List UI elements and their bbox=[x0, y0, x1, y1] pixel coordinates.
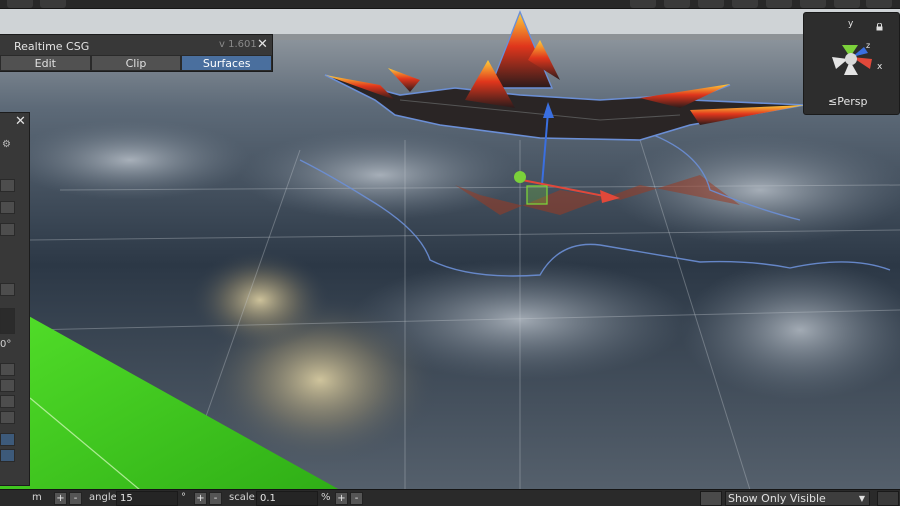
option-field[interactable] bbox=[0, 223, 15, 236]
axis-gizmo-icon[interactable]: y z x bbox=[804, 13, 900, 93]
decrease-angle-button[interactable]: - bbox=[209, 492, 222, 505]
toolbar-button[interactable] bbox=[664, 0, 690, 8]
panel-title: Realtime CSG bbox=[14, 40, 90, 53]
axis-y-label: y bbox=[848, 19, 854, 29]
unit-label: m bbox=[32, 492, 42, 503]
toolbar-button[interactable] bbox=[630, 0, 656, 8]
top-toolbar bbox=[0, 0, 900, 9]
mode-tabs: Edit Clip Surfaces bbox=[0, 55, 273, 71]
degree-label: 0° bbox=[0, 339, 12, 350]
close-icon[interactable]: ✕ bbox=[15, 114, 26, 129]
increase-angle-button[interactable]: + bbox=[194, 492, 207, 505]
visibility-value: Show Only Visible bbox=[728, 492, 826, 505]
option-button[interactable] bbox=[0, 395, 15, 408]
angle-input[interactable]: 15 bbox=[116, 491, 178, 506]
axis-x-label: x bbox=[877, 62, 883, 72]
gear-icon[interactable]: ⚙ bbox=[2, 139, 11, 150]
option-button[interactable] bbox=[0, 363, 15, 376]
percent-symbol: % bbox=[321, 492, 331, 503]
toolbar-button[interactable] bbox=[800, 0, 826, 8]
tab-clip[interactable]: Clip bbox=[90, 55, 182, 71]
projection-label[interactable]: ≤Persp bbox=[828, 95, 867, 108]
increase-snap-button[interactable]: + bbox=[54, 492, 67, 505]
status-swatch[interactable] bbox=[700, 491, 722, 506]
decrease-snap-button[interactable]: - bbox=[69, 492, 82, 505]
tab-edit[interactable]: Edit bbox=[0, 55, 91, 71]
option-field[interactable] bbox=[0, 179, 15, 192]
degree-symbol: ° bbox=[181, 492, 186, 503]
option-button[interactable] bbox=[0, 433, 15, 446]
version-label: v 1.601 bbox=[219, 39, 257, 50]
option-button[interactable] bbox=[0, 379, 15, 392]
toolbar-button[interactable] bbox=[40, 0, 66, 8]
scene-viewport[interactable]: Realtime CSG v 1.601 ✕ Edit Clip Surface… bbox=[0, 0, 900, 506]
toolbar-button[interactable] bbox=[732, 0, 758, 8]
close-icon[interactable]: ✕ bbox=[257, 37, 268, 52]
visibility-dropdown[interactable]: Show Only Visible ▼ bbox=[725, 491, 870, 506]
scale-input[interactable]: 0.1 bbox=[256, 491, 318, 506]
axis-z-label: z bbox=[866, 41, 870, 50]
option-field[interactable] bbox=[0, 283, 15, 296]
tab-surfaces[interactable]: Surfaces bbox=[181, 55, 273, 71]
option-field[interactable] bbox=[0, 308, 15, 334]
option-button[interactable] bbox=[0, 449, 15, 462]
toolbar-button[interactable] bbox=[866, 0, 892, 8]
chevron-down-icon: ▼ bbox=[858, 494, 865, 503]
toolbar-button[interactable] bbox=[834, 0, 860, 8]
decrease-scale-button[interactable]: - bbox=[350, 492, 363, 505]
orientation-gizmo[interactable]: y z x ≤Persp bbox=[803, 12, 900, 115]
status-end-button[interactable] bbox=[877, 491, 899, 506]
angle-label: angle bbox=[89, 492, 117, 503]
toolbar-button[interactable] bbox=[698, 0, 724, 8]
option-field[interactable] bbox=[0, 201, 15, 214]
scale-label: scale bbox=[229, 492, 255, 503]
status-bar: m + - angle 15 ° + - scale 0.1 % + - Sho… bbox=[0, 489, 900, 506]
option-button[interactable] bbox=[0, 411, 15, 424]
toolbar-button[interactable] bbox=[7, 0, 33, 8]
surface-options-panel: ✕ ⚙ 0° bbox=[0, 112, 30, 486]
scene-render bbox=[0, 9, 900, 491]
toolbar-button[interactable] bbox=[766, 0, 792, 8]
realtime-csg-panel: Realtime CSG v 1.601 ✕ Edit Clip Surface… bbox=[0, 34, 273, 72]
increase-scale-button[interactable]: + bbox=[335, 492, 348, 505]
